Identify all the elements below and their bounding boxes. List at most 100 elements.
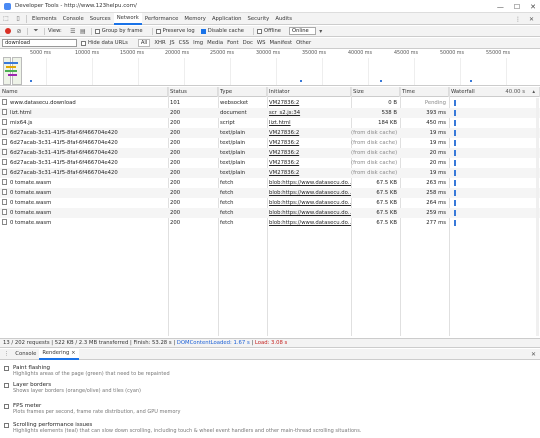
request-row[interactable]: 6d27acab-3c31-41f5-8faf-6f466704e420 200 t… — [0, 158, 540, 168]
cell-status: 200 — [168, 128, 218, 138]
offline-checkbox[interactable]: Offline — [256, 28, 281, 34]
close-window-button[interactable]: ✕ — [530, 3, 536, 11]
preserve-log-checkbox[interactable]: Preserve log — [155, 28, 195, 34]
filter-type-css[interactable]: CSS — [179, 40, 189, 46]
cell-type-text: text/plain — [220, 160, 246, 166]
waterfall-bar — [454, 130, 456, 136]
tab-sources[interactable]: Sources — [87, 13, 114, 25]
filter-type-all[interactable]: All — [137, 39, 151, 47]
filter-type-ws[interactable]: WS — [257, 40, 266, 46]
cell-status: 200 — [168, 138, 218, 148]
filter-type-media[interactable]: Media — [207, 40, 223, 46]
cell-initiator[interactable]: VM27836:2 — [267, 168, 351, 178]
filter-type-doc[interactable]: Doc — [243, 40, 253, 46]
cell-initiator[interactable]: scr_s2.js:34 — [267, 108, 351, 118]
request-row[interactable]: mix64.js 200 script lizt.html 184 KB 450 ms — [0, 118, 540, 128]
cell-initiator[interactable]: blob:https://www.datasecu.do... — [267, 208, 351, 218]
throttling-select[interactable]: Online — [289, 27, 316, 35]
tab-security[interactable]: Security — [245, 13, 273, 25]
maximize-button[interactable]: ☐ — [514, 3, 520, 11]
request-row[interactable]: 6d27acab-3c31-41f5-8faf-6f466704e420 200 t… — [0, 128, 540, 138]
tab-elements[interactable]: Elements — [29, 13, 60, 25]
tab-application[interactable]: Application — [209, 13, 245, 25]
timeline-tick: 5000 ms — [30, 51, 51, 56]
chevron-down-icon[interactable]: ▾ — [316, 28, 326, 35]
timeline-gridline — [460, 58, 461, 85]
cell-initiator[interactable]: VM27836:2 — [267, 98, 351, 108]
overview-icon[interactable]: ▤ — [78, 28, 88, 35]
cell-time: 450 ms — [400, 118, 449, 128]
waterfall-bar — [454, 160, 456, 166]
cell-initiator[interactable]: blob:https://www.datasecu.do... — [267, 218, 351, 228]
hide-data-urls-checkbox[interactable]: Hide data URLs — [81, 40, 128, 46]
drawer-tab-rendering[interactable]: Rendering × — [39, 348, 79, 360]
request-row[interactable]: 0 tomate.wasm 200 fetch blob:https://www.da… — [0, 218, 540, 228]
column-header-status[interactable]: Status — [168, 87, 218, 97]
device-toolbar-icon[interactable]: ▯ — [12, 13, 24, 25]
cell-initiator[interactable]: blob:https://www.datasecu.do... — [267, 178, 351, 188]
cell-initiator[interactable]: VM27836:2 — [267, 128, 351, 138]
checkbox-box[interactable] — [4, 366, 9, 371]
transferred-size: 522 KB / 2.3 MB transferred — [54, 340, 129, 346]
cell-type-text: fetch — [220, 190, 234, 196]
cell-initiator[interactable]: blob:https://www.datasecu.do... — [267, 188, 351, 198]
more-options-icon[interactable]: ⋮ — [515, 16, 521, 23]
minimize-button[interactable]: — — [497, 3, 504, 11]
checkbox-box[interactable] — [4, 423, 9, 428]
waterfall-header-label: Waterfall — [451, 89, 475, 95]
cell-initiator-text: VM27836:2 — [269, 100, 300, 106]
request-row[interactable]: 6d27acab-3c31-41f5-8faf-6f466704e420 200 t… — [0, 148, 540, 158]
group-by-frame-checkbox[interactable]: Group by frame — [94, 28, 143, 34]
close-drawer-icon[interactable]: ✕ — [531, 349, 536, 360]
request-row[interactable]: 0 tomate.wasm 200 fetch blob:https://www.da… — [0, 188, 540, 198]
tab-memory[interactable]: Memory — [181, 13, 209, 25]
waterfall-bar — [454, 220, 456, 226]
column-header-initiator[interactable]: Initiator — [267, 87, 351, 97]
cell-status: 200 — [168, 108, 218, 118]
filter-type-manifest[interactable]: Manifest — [269, 40, 292, 46]
cell-initiator[interactable]: lizt.html — [267, 118, 351, 128]
filter-type-img[interactable]: Img — [193, 40, 203, 46]
tab-console[interactable]: Console — [60, 13, 87, 25]
request-row[interactable]: www.datasecu.download 101 websocket VM27836… — [0, 98, 540, 108]
request-row[interactable]: 0 tomate.wasm 200 fetch blob:https://www.da… — [0, 208, 540, 218]
filter-type-font[interactable]: Font — [227, 40, 239, 46]
drawer-tab-console[interactable]: Console — [12, 349, 39, 360]
request-row[interactable]: 6d27acab-3c31-41f5-8faf-6f466704e420 200 t… — [0, 138, 540, 148]
drawer-menu-icon[interactable]: ⋮ — [0, 349, 12, 360]
column-header-name[interactable]: Name — [0, 87, 168, 97]
checkbox-box[interactable] — [4, 383, 9, 388]
tab-audits[interactable]: Audits — [272, 13, 295, 25]
overview-timeline[interactable]: 5000 ms 10000 ms 15000 ms 20000 ms 25000… — [0, 50, 540, 86]
column-header-time[interactable]: Time — [400, 87, 449, 97]
request-row[interactable]: 6d27acab-3c31-41f5-8faf-6f466704e420 200 t… — [0, 168, 540, 178]
sort-triangle-icon: ▴ — [532, 89, 535, 95]
large-rows-icon[interactable]: ☰ — [68, 28, 78, 35]
column-header-type[interactable]: Type — [218, 87, 267, 97]
request-row[interactable]: 0 tomate.wasm 200 fetch blob:https://www.da… — [0, 198, 540, 208]
inspect-element-icon[interactable]: ⬚ — [0, 13, 12, 25]
filter-type-js[interactable]: JS — [170, 40, 175, 46]
filter-icon[interactable]: ⏷ — [31, 27, 41, 35]
column-header-size[interactable]: Size — [351, 87, 400, 97]
cell-initiator[interactable]: blob:https://www.datasecu.do... — [267, 198, 351, 208]
filter-type-other[interactable]: Other — [296, 40, 311, 46]
checkbox-box[interactable] — [4, 404, 9, 409]
cell-initiator[interactable]: VM27836:2 — [267, 138, 351, 148]
tab-network[interactable]: Network — [113, 12, 142, 25]
request-row[interactable]: 0 tomate.wasm 200 fetch blob:https://www.da… — [0, 178, 540, 188]
filter-type-xhr[interactable]: XHR — [154, 40, 165, 46]
vertical-scrollbar[interactable] — [536, 98, 539, 336]
cell-initiator[interactable]: VM27836:2 — [267, 158, 351, 168]
clear-icon[interactable]: ⊘ — [14, 28, 24, 35]
disable-cache-checkbox[interactable]: Disable cache — [200, 28, 244, 34]
tab-performance[interactable]: Performance — [142, 13, 182, 25]
column-header-waterfall[interactable]: Waterfall 40.00 s ▴ — [449, 87, 540, 97]
filter-input[interactable]: download — [2, 39, 77, 47]
cell-size: 0 B — [351, 98, 400, 108]
cell-initiator[interactable]: VM27836:2 — [267, 148, 351, 158]
close-devtools-icon[interactable]: ✕ — [529, 16, 534, 23]
record-icon[interactable] — [5, 28, 11, 34]
request-row[interactable]: lizt.html 200 document scr_s2.js:34 538 B 393… — [0, 108, 540, 118]
close-tab-icon[interactable]: × — [71, 350, 75, 356]
